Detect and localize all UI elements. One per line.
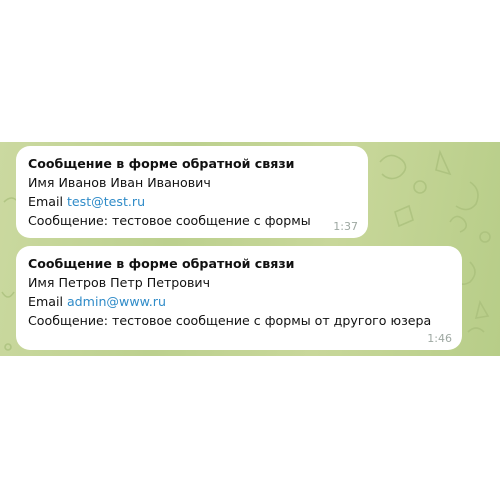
email-label: Email	[28, 194, 63, 209]
message-name-line: Имя Петров Петр Петрович	[28, 275, 211, 290]
email-link[interactable]: test@test.ru	[67, 194, 145, 209]
message-title: Сообщение в форме обратной связи	[28, 256, 295, 271]
message-text-line: Сообщение: тестовое сообщение с формы	[28, 213, 311, 228]
message-bubble[interactable]: Сообщение в форме обратной связи Имя Ива…	[16, 146, 368, 238]
email-link[interactable]: admin@www.ru	[67, 294, 166, 309]
message-email-line: Email test@test.ru	[28, 192, 356, 211]
email-label: Email	[28, 294, 63, 309]
message-title: Сообщение в форме обратной связи	[28, 156, 295, 171]
message-bubble[interactable]: Сообщение в форме обратной связи Имя Пет…	[16, 246, 462, 350]
message-name-line: Имя Иванов Иван Иванович	[28, 175, 211, 190]
message-timestamp: 1:46	[427, 332, 452, 345]
message-timestamp: 1:37	[333, 220, 358, 233]
message-email-line: Email admin@www.ru	[28, 292, 450, 311]
chat-area: Сообщение в форме обратной связи Имя Ива…	[0, 142, 500, 356]
message-text-line: Сообщение: тестовое сообщение с формы от…	[28, 313, 432, 328]
